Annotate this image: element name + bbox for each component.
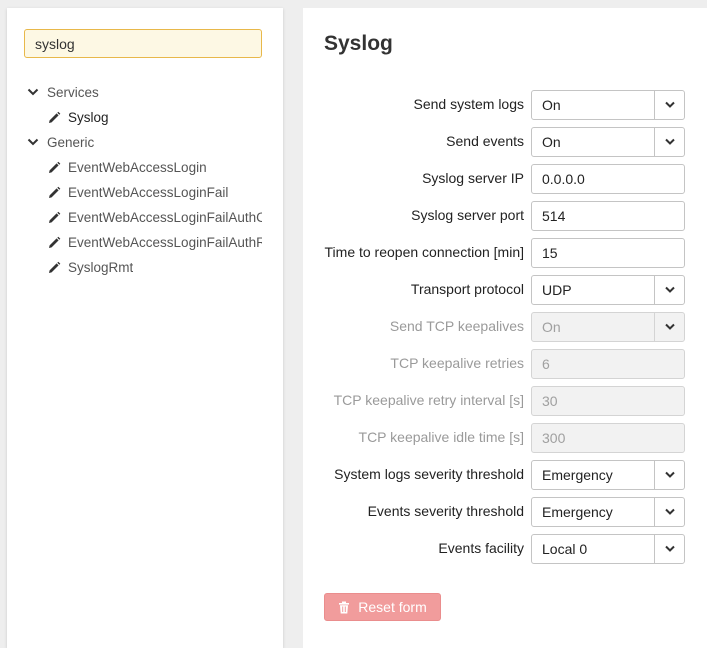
tree-item[interactable]: EventWebAccessLogin [7, 159, 283, 184]
select-value: On [542, 319, 561, 335]
chevron-down-icon [664, 138, 675, 145]
pencil-icon [49, 236, 61, 248]
pencil-icon [49, 211, 61, 223]
field-label: Send TCP keepalives [389, 318, 524, 334]
dropdown-arrow [654, 276, 684, 304]
dropdown-arrow [654, 313, 684, 341]
dropdown-arrow [654, 535, 684, 563]
field-label: Send system logs [413, 96, 525, 112]
select-value: On [542, 97, 561, 113]
chevron-down-icon [664, 286, 675, 293]
page-title: Syslog [324, 32, 393, 55]
form-row: Send system logs On [303, 90, 707, 120]
select-field[interactable]: Emergency [531, 497, 685, 527]
pencil-icon [49, 111, 61, 123]
text-field: 30 [531, 386, 685, 416]
tree-item-label: Syslog [68, 110, 109, 125]
select-field[interactable]: On [531, 90, 685, 120]
tree-item-label: EventWebAccessLoginFailAuthRe [68, 235, 262, 250]
dropdown-arrow [654, 91, 684, 119]
field-label: Syslog server port [411, 207, 524, 223]
tree-item-label: EventWebAccessLoginFail [68, 185, 229, 200]
field-label: Syslog server IP [422, 170, 524, 186]
tree-item[interactable]: SyslogRmt [7, 259, 283, 284]
pencil-icon [49, 261, 61, 273]
field-value: 30 [542, 393, 558, 409]
dropdown-arrow [654, 498, 684, 526]
form-row: TCP keepalive retries 6 [303, 349, 707, 379]
text-field[interactable]: 15 [531, 238, 685, 268]
select-field: On [531, 312, 685, 342]
select-value: Emergency [542, 504, 613, 520]
tree-item[interactable]: EventWebAccessLoginFail [7, 184, 283, 209]
form-row: TCP keepalive retry interval [s] 30 [303, 386, 707, 416]
select-field[interactable]: Emergency [531, 460, 685, 490]
dropdown-arrow [654, 128, 684, 156]
chevron-down-icon[interactable] [26, 135, 40, 149]
field-label: TCP keepalive retries [390, 355, 524, 371]
reset-form-button[interactable]: Reset form [324, 593, 441, 621]
tree-item-label: EventWebAccessLogin [68, 160, 207, 175]
form-row: Transport protocol UDP [303, 275, 707, 305]
field-value: 300 [542, 430, 566, 446]
field-label: Events severity threshold [367, 503, 524, 519]
text-field[interactable]: 0.0.0.0 [531, 164, 685, 194]
field-label: Send events [446, 133, 524, 149]
form-row: System logs severity threshold Emergency [303, 460, 707, 490]
search-input[interactable] [24, 29, 262, 58]
config-tree: Services Syslog Generic EventWebAccessLogin… [7, 84, 283, 284]
pencil-icon [49, 161, 61, 173]
tree-item[interactable]: EventWebAccessLoginFailAuthRe [7, 234, 283, 259]
field-label: System logs severity threshold [334, 466, 524, 482]
select-field[interactable]: On [531, 127, 685, 157]
field-label: Events facility [438, 540, 524, 556]
pencil-icon [49, 186, 61, 198]
tree-group-1[interactable]: Generic [7, 134, 283, 159]
chevron-down-icon [664, 508, 675, 515]
tree-item[interactable]: Syslog [7, 109, 283, 134]
field-label: TCP keepalive retry interval [s] [333, 392, 524, 408]
select-value: Emergency [542, 467, 613, 483]
select-field[interactable]: UDP [531, 275, 685, 305]
chevron-down-icon [664, 471, 675, 478]
form-row: Events severity threshold Emergency [303, 497, 707, 527]
navigation-panel: Services Syslog Generic EventWebAccessLogin… [7, 8, 283, 648]
chevron-down-icon [664, 323, 675, 330]
tree-group-label: Services [47, 85, 99, 100]
tree-group-0[interactable]: Services [7, 84, 283, 109]
field-label: TCP keepalive idle time [s] [358, 429, 524, 445]
text-field: 6 [531, 349, 685, 379]
select-field[interactable]: Local 0 [531, 534, 685, 564]
trash-icon [339, 601, 350, 613]
tree-item-label: EventWebAccessLoginFailAuthC [68, 210, 262, 225]
text-field: 300 [531, 423, 685, 453]
field-label: Time to reopen connection [min] [324, 244, 524, 260]
form-row: Send events On [303, 127, 707, 157]
select-value: On [542, 134, 561, 150]
form-row: Syslog server port 514 [303, 201, 707, 231]
form-row: Time to reopen connection [min] 15 [303, 238, 707, 268]
form-row: TCP keepalive idle time [s] 300 [303, 423, 707, 453]
form-row: Syslog server IP 0.0.0.0 [303, 164, 707, 194]
form-row: Send TCP keepalives On [303, 312, 707, 342]
chevron-down-icon [664, 101, 675, 108]
tree-group-label: Generic [47, 135, 95, 150]
field-label: Transport protocol [410, 281, 524, 297]
chevron-down-icon[interactable] [26, 85, 40, 99]
select-value: UDP [542, 282, 572, 298]
field-value: 6 [542, 356, 550, 372]
reset-form-label: Reset form [358, 599, 427, 615]
select-value: Local 0 [542, 541, 588, 557]
tree-item-label: SyslogRmt [68, 260, 134, 275]
dropdown-arrow [654, 461, 684, 489]
field-value: 0.0.0.0 [542, 171, 585, 187]
field-value: 514 [542, 208, 566, 224]
form-panel: Syslog Send system logs On Send events On Sy… [303, 8, 707, 648]
field-value: 15 [542, 245, 558, 261]
text-field[interactable]: 514 [531, 201, 685, 231]
tree-item[interactable]: EventWebAccessLoginFailAuthC [7, 209, 283, 234]
chevron-down-icon [664, 545, 675, 552]
form-row: Events facility Local 0 [303, 534, 707, 564]
